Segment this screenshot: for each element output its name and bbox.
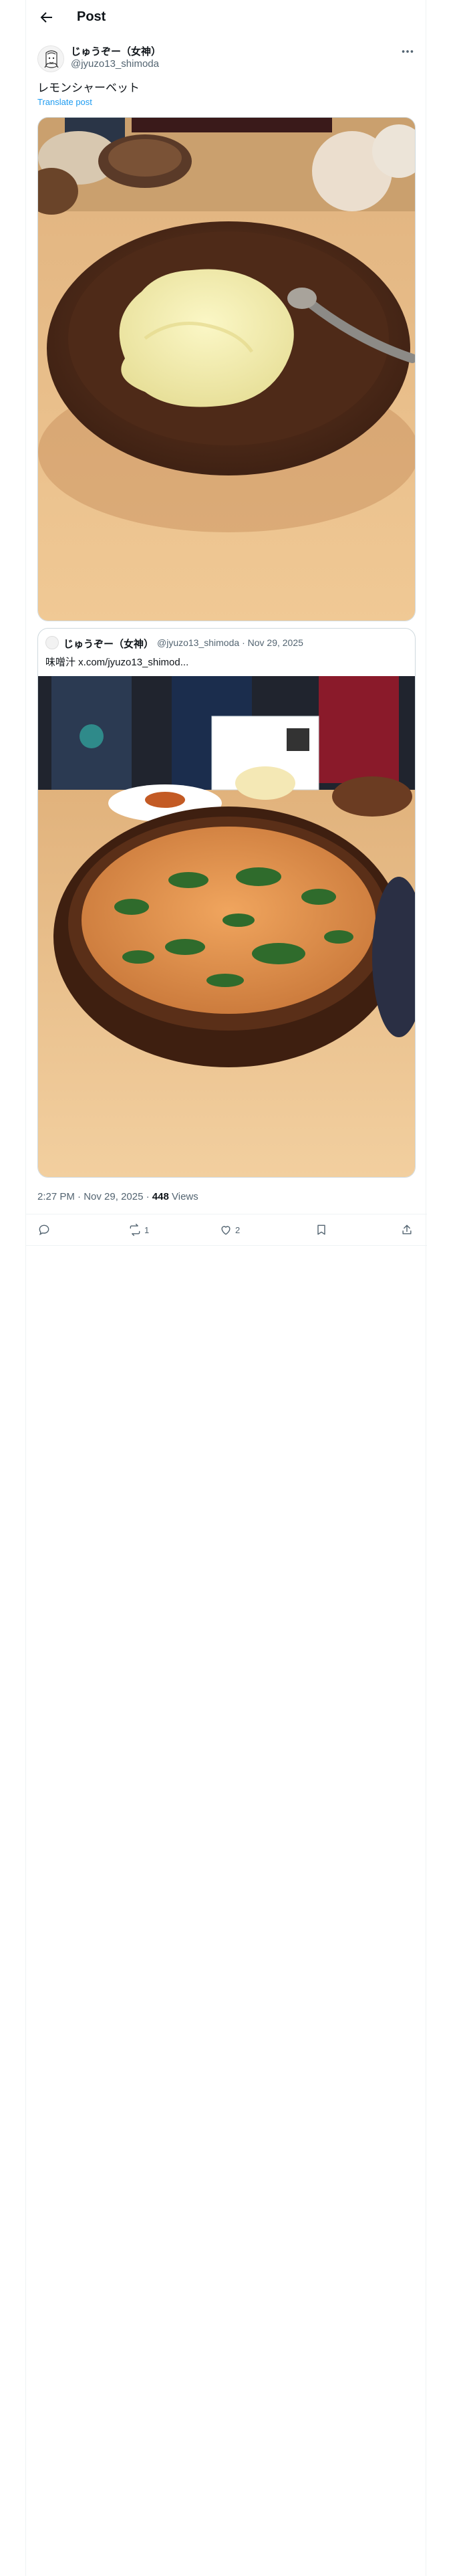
quoted-handle: @jyuzo13_shimoda (157, 637, 240, 648)
quoted-display-name: じゅうぞー（女神） (63, 639, 154, 650)
action-bar: 1 2 (26, 1214, 427, 1246)
quoted-text: 味噌汁 x.com/jyuzo13_shimod... (45, 657, 189, 668)
views-count: 448 (152, 1191, 169, 1202)
quoted-photo-miso-soup[interactable] (38, 676, 415, 1177)
translate-post-link[interactable]: Translate post (37, 97, 92, 107)
post-time[interactable]: 2:27 PM (37, 1191, 75, 1202)
share-icon (402, 1224, 412, 1235)
sherbet-photo-image (38, 118, 415, 621)
author-display-name[interactable]: じゅうぞー（女神） (71, 44, 161, 58)
post-date[interactable]: Nov 29, 2025 (84, 1191, 143, 1202)
bookmark-button[interactable] (315, 1222, 331, 1237)
timestamp-separator: · (78, 1191, 82, 1202)
repost-button[interactable]: 1 (128, 1222, 149, 1237)
more-options-icon[interactable] (400, 44, 415, 59)
heart-icon (221, 1226, 231, 1235)
repost-count: 1 (144, 1224, 150, 1235)
back-arrow-icon[interactable] (38, 9, 54, 25)
main-column: Post じゅうぞー（女神） @jyuzo13_shimoda レモンシャーベッ… (25, 0, 427, 2576)
views-separator: · (146, 1191, 150, 1202)
page-title: Post (77, 9, 106, 24)
post-text: レモンシャーベット (37, 82, 140, 94)
top-bar: Post (26, 0, 427, 35)
avatar-illustration-icon (38, 46, 63, 72)
like-count: 2 (235, 1224, 241, 1235)
avatar[interactable] (37, 45, 64, 72)
bookmark-icon (317, 1224, 325, 1235)
post-timestamp-and-views: 2:27 PM · Nov 29, 2025 · 448 Views (37, 1191, 198, 1202)
reply-button[interactable] (37, 1222, 53, 1237)
author-handle[interactable]: @jyuzo13_shimoda (71, 58, 159, 70)
quoted-separator: · (242, 637, 245, 648)
like-button[interactable]: 2 (219, 1222, 240, 1237)
quoted-meta: @jyuzo13_shimoda · Nov 29, 2025 (157, 637, 303, 648)
views-label: Views (172, 1191, 198, 1202)
repost-icon (130, 1223, 140, 1237)
quoted-post-card[interactable]: じゅうぞー（女神） @jyuzo13_shimoda · Nov 29, 202… (37, 628, 416, 1178)
post-photo-sherbet[interactable] (37, 117, 416, 621)
reply-icon (39, 1224, 49, 1236)
quoted-avatar (45, 636, 59, 649)
quoted-date: Nov 29, 2025 (247, 637, 303, 648)
miso-soup-photo-image (38, 676, 415, 1177)
share-button[interactable] (400, 1222, 414, 1237)
